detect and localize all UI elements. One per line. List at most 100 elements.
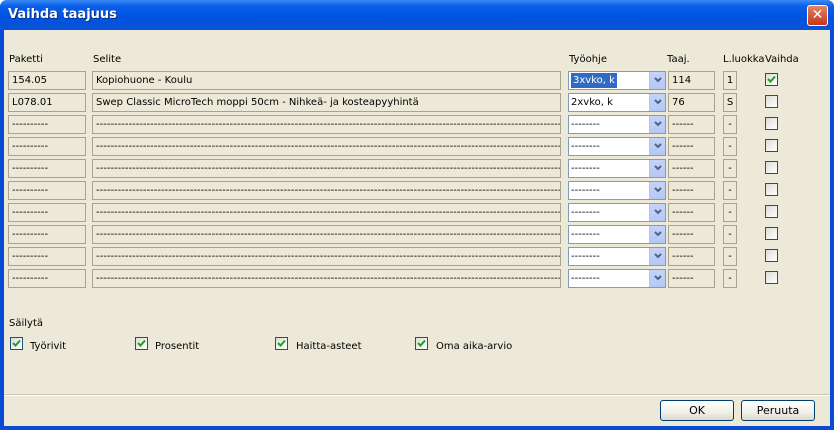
header-tyoohje: Työohje [569,54,607,65]
luokka-cell: - [723,137,737,156]
luokka-cell: - [723,203,737,222]
tyoohje-value: 3xvko, k [571,73,617,88]
window-title: Vaihda taajuus [8,7,117,22]
luokka-cell: S [723,93,737,112]
chevron-down-icon[interactable] [649,248,665,265]
selite-cell: ----------------------------------------… [92,159,561,178]
haitta-asteet-checkbox[interactable] [275,337,288,350]
tyoohje-select[interactable]: -------- [568,203,666,222]
tyoohje-value: -------- [571,207,600,218]
prosentit-checkbox[interactable] [135,337,148,350]
paketti-cell: ---------- [8,181,86,200]
header-paketti: Paketti [9,54,43,65]
taaj-cell: ------ [668,159,715,178]
tyoohje-select[interactable]: -------- [568,225,666,244]
taaj-cell: ------ [668,203,715,222]
tyoohje-select[interactable]: 2xvko, k [568,93,666,112]
luokka-cell: - [723,181,737,200]
vaihda-checkbox[interactable] [765,73,778,86]
close-button[interactable]: ✕ [807,5,828,26]
paketti-cell: ---------- [8,269,86,288]
tyoohje-select[interactable]: -------- [568,137,666,156]
selite-cell: ----------------------------------------… [92,181,561,200]
taaj-cell: 76 [668,93,715,112]
tyoohje-select[interactable]: -------- [568,115,666,134]
tyoohje-value: 2xvko, k [571,97,613,108]
chevron-down-icon[interactable] [649,270,665,287]
oma-aika-arvio-label: Oma aika-arvio [436,341,513,352]
tyoohje-value: -------- [571,229,600,240]
tyoohje-select[interactable]: -------- [568,247,666,266]
selite-cell: Kopiohuone - Koulu [92,71,561,90]
luokka-cell: - [723,115,737,134]
paketti-cell: L078.01 [8,93,86,112]
selite-cell: ----------------------------------------… [92,247,561,266]
vaihda-checkbox[interactable] [765,271,778,284]
dialog-client: Paketti Selite Työohje Taaj. L.luokka Va… [4,30,830,426]
title-bar[interactable]: Vaihda taajuus ✕ [0,0,834,30]
tyoohje-value: -------- [571,185,600,196]
selite-cell: ----------------------------------------… [92,137,561,156]
chevron-down-icon[interactable] [649,182,665,199]
sailyta-label: Säilytä [9,318,43,329]
ok-button[interactable]: OK [660,400,734,421]
chevron-down-icon[interactable] [649,94,665,111]
vaihda-checkbox[interactable] [765,227,778,240]
prosentit-label: Prosentit [155,341,200,352]
tyoohje-select[interactable]: -------- [568,269,666,288]
selite-cell: ----------------------------------------… [92,203,561,222]
taaj-cell: ------ [668,137,715,156]
tyoohje-select[interactable]: 3xvko, k [568,71,666,90]
tyoohje-value: -------- [571,119,600,130]
dialog-window: Vaihda taajuus ✕ Paketti Selite Työohje … [0,0,834,430]
paketti-cell: ---------- [8,115,86,134]
vaihda-checkbox[interactable] [765,117,778,130]
paketti-cell: ---------- [8,203,86,222]
chevron-down-icon[interactable] [649,72,665,89]
vaihda-checkbox[interactable] [765,183,778,196]
haitta-asteet-label: Haitta-asteet [296,341,362,352]
tyoohje-select[interactable]: -------- [568,159,666,178]
vaihda-checkbox[interactable] [765,161,778,174]
tyorivit-label: Työrivit [30,341,67,352]
taaj-cell: ------ [668,225,715,244]
tyoohje-value: -------- [571,163,600,174]
paketti-cell: 154.05 [8,71,86,90]
header-taaj: Taaj. [667,54,690,65]
tyoohje-value: -------- [571,251,600,262]
tyorivit-checkbox[interactable] [10,337,23,350]
selite-cell: ----------------------------------------… [92,115,561,134]
taaj-cell: ------ [668,247,715,266]
chevron-down-icon[interactable] [649,204,665,221]
tyoohje-value: -------- [571,273,600,284]
header-vaihda: Vaihda [765,54,799,65]
luokka-cell: - [723,247,737,266]
cancel-button[interactable]: Peruuta [741,400,815,421]
header-luokka: L.luokka [723,54,765,65]
luokka-cell: - [723,159,737,178]
taaj-cell: ------ [668,269,715,288]
paketti-cell: ---------- [8,225,86,244]
selite-cell: ----------------------------------------… [92,225,561,244]
chevron-down-icon[interactable] [649,160,665,177]
paketti-cell: ---------- [8,137,86,156]
paketti-cell: ---------- [8,159,86,178]
chevron-down-icon[interactable] [649,138,665,155]
chevron-down-icon[interactable] [649,226,665,243]
chevron-down-icon[interactable] [649,116,665,133]
vaihda-checkbox[interactable] [765,205,778,218]
header-selite: Selite [93,54,122,65]
selite-cell: ----------------------------------------… [92,269,561,288]
selite-cell: Swep Classic MicroTech moppi 50cm - Nihk… [92,93,561,112]
luokka-cell: 1 [723,71,737,90]
paketti-cell: ---------- [8,247,86,266]
tyoohje-select[interactable]: -------- [568,181,666,200]
luokka-cell: - [723,269,737,288]
vaihda-checkbox[interactable] [765,139,778,152]
taaj-cell: ------ [668,115,715,134]
oma-aika-arvio-checkbox[interactable] [415,337,428,350]
vaihda-checkbox[interactable] [765,95,778,108]
tyoohje-value: -------- [571,141,600,152]
taaj-cell: ------ [668,181,715,200]
vaihda-checkbox[interactable] [765,249,778,262]
